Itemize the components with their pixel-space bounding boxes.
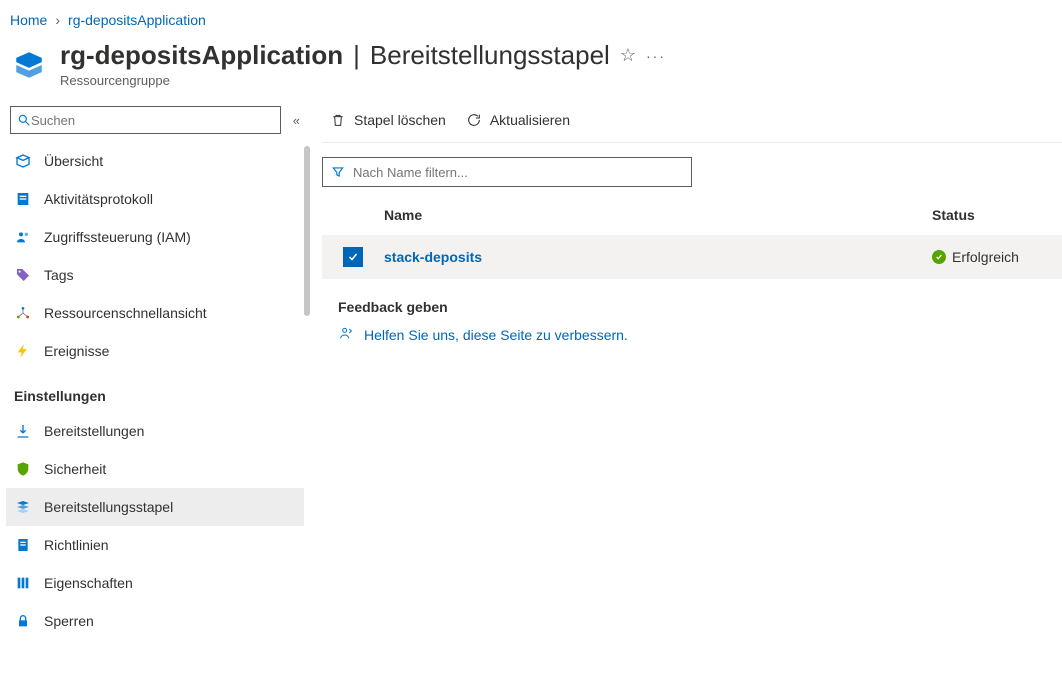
- feedback-person-icon: [338, 325, 354, 344]
- tag-icon: [14, 266, 32, 284]
- sidebar-item-deployment-stacks[interactable]: Bereitstellungsstapel: [6, 488, 304, 526]
- delete-stack-button[interactable]: Stapel löschen: [330, 112, 446, 128]
- col-name-header[interactable]: Name: [384, 207, 932, 223]
- toolbar-label: Stapel löschen: [354, 112, 446, 128]
- sidebar-item-label: Ressourcenschnellansicht: [44, 305, 207, 321]
- feedback-link[interactable]: Helfen Sie uns, diese Seite zu verbesser…: [364, 327, 628, 343]
- more-menu-icon[interactable]: ···: [646, 48, 666, 64]
- trash-icon: [330, 112, 346, 128]
- refresh-button[interactable]: Aktualisieren: [466, 112, 570, 128]
- sidebar-search[interactable]: [10, 106, 281, 134]
- title-separator: |: [353, 40, 360, 71]
- sidebar-nav: Übersicht Aktivitätsprotokoll Zugriffsst…: [6, 142, 310, 640]
- stack-name-link[interactable]: stack-deposits: [384, 249, 482, 265]
- shield-icon: [14, 460, 32, 478]
- log-icon: [14, 190, 32, 208]
- sidebar-scrollbar[interactable]: [302, 146, 310, 650]
- sidebar-section-settings: Einstellungen: [6, 370, 304, 412]
- sidebar-item-label: Ereignisse: [44, 343, 109, 359]
- collapse-sidebar-icon[interactable]: «: [289, 113, 304, 128]
- table-header: Name Status: [322, 201, 1062, 235]
- policy-icon: [14, 536, 32, 554]
- success-icon: [932, 250, 946, 264]
- sidebar-item-label: Aktivitätsprotokoll: [44, 191, 153, 207]
- sidebar-item-deployments[interactable]: Bereitstellungen: [6, 412, 304, 450]
- sidebar-item-overview[interactable]: Übersicht: [6, 142, 304, 180]
- row-checkbox[interactable]: [343, 247, 363, 267]
- sidebar-item-label: Übersicht: [44, 153, 103, 169]
- sidebar-item-label: Tags: [44, 267, 74, 283]
- breadcrumb-home[interactable]: Home: [10, 12, 47, 28]
- lock-icon: [14, 612, 32, 630]
- sidebar-item-iam[interactable]: Zugriffssteuerung (IAM): [6, 218, 304, 256]
- sidebar-item-label: Zugriffssteuerung (IAM): [44, 229, 191, 245]
- sidebar-item-label: Richtlinien: [44, 537, 109, 553]
- sidebar-search-input[interactable]: [31, 113, 274, 128]
- sidebar-item-locks[interactable]: Sperren: [6, 602, 304, 640]
- search-icon: [17, 113, 31, 127]
- refresh-icon: [466, 112, 482, 128]
- sidebar: « Übersicht Aktivitätsprotokoll Zugriffs…: [0, 106, 310, 650]
- breadcrumb: Home › rg-depositsApplication: [0, 0, 1062, 32]
- sidebar-item-activity-log[interactable]: Aktivitätsprotokoll: [6, 180, 304, 218]
- status-text: Erfolgreich: [952, 249, 1019, 265]
- scroll-thumb[interactable]: [304, 146, 310, 316]
- page-subtitle: Ressourcengruppe: [60, 73, 666, 88]
- cube-icon: [14, 152, 32, 170]
- sidebar-item-policies[interactable]: Richtlinien: [6, 526, 304, 564]
- filter-input[interactable]: [353, 165, 683, 180]
- sidebar-item-label: Sperren: [44, 613, 94, 629]
- favorite-star-icon[interactable]: ☆: [620, 45, 636, 66]
- main-content: Stapel löschen Aktualisieren Name Status: [310, 106, 1062, 650]
- sidebar-item-label: Sicherheit: [44, 461, 106, 477]
- filter-icon: [331, 165, 345, 179]
- sidebar-item-label: Bereitstellungsstapel: [44, 499, 173, 515]
- stack-icon: [14, 498, 32, 516]
- bolt-icon: [14, 342, 32, 360]
- chevron-right-icon: ›: [55, 12, 60, 28]
- feedback-title: Feedback geben: [338, 299, 1062, 315]
- table-row[interactable]: stack-deposits Erfolgreich: [322, 235, 1062, 279]
- col-status-header[interactable]: Status: [932, 207, 1062, 223]
- sidebar-item-properties[interactable]: Eigenschaften: [6, 564, 304, 602]
- deploy-icon: [14, 422, 32, 440]
- sidebar-item-label: Bereitstellungen: [44, 423, 144, 439]
- toolbar: Stapel löschen Aktualisieren: [322, 106, 1062, 143]
- page-subpage: Bereitstellungsstapel: [370, 40, 610, 71]
- properties-icon: [14, 574, 32, 592]
- nodes-icon: [14, 304, 32, 322]
- feedback-section: Feedback geben Helfen Sie uns, diese Sei…: [322, 279, 1062, 344]
- page-header: rg-depositsApplication | Bereitstellungs…: [0, 32, 1062, 106]
- check-icon: [347, 251, 359, 263]
- filter-box[interactable]: [322, 157, 692, 187]
- page-title: rg-depositsApplication: [60, 40, 343, 71]
- toolbar-label: Aktualisieren: [490, 112, 570, 128]
- sidebar-item-events[interactable]: Ereignisse: [6, 332, 304, 370]
- resource-group-icon: [10, 46, 48, 84]
- sidebar-item-security[interactable]: Sicherheit: [6, 450, 304, 488]
- people-icon: [14, 228, 32, 246]
- sidebar-item-label: Eigenschaften: [44, 575, 133, 591]
- sidebar-item-tags[interactable]: Tags: [6, 256, 304, 294]
- stacks-table: Name Status stack-deposits Erfolgreich: [322, 201, 1062, 279]
- breadcrumb-resource[interactable]: rg-depositsApplication: [68, 12, 206, 28]
- sidebar-item-resource-visualizer[interactable]: Ressourcenschnellansicht: [6, 294, 304, 332]
